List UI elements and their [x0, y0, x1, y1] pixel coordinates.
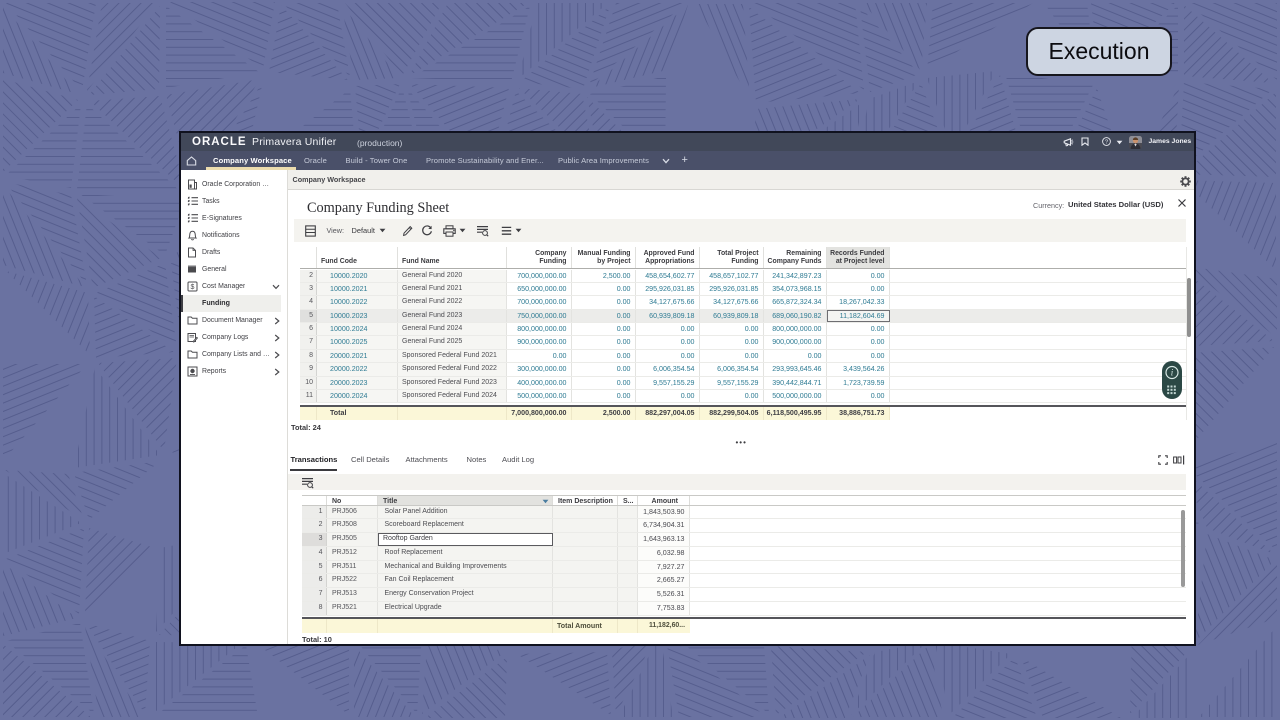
svg-text:$: $	[191, 284, 195, 291]
svg-text:i: i	[1171, 367, 1174, 377]
